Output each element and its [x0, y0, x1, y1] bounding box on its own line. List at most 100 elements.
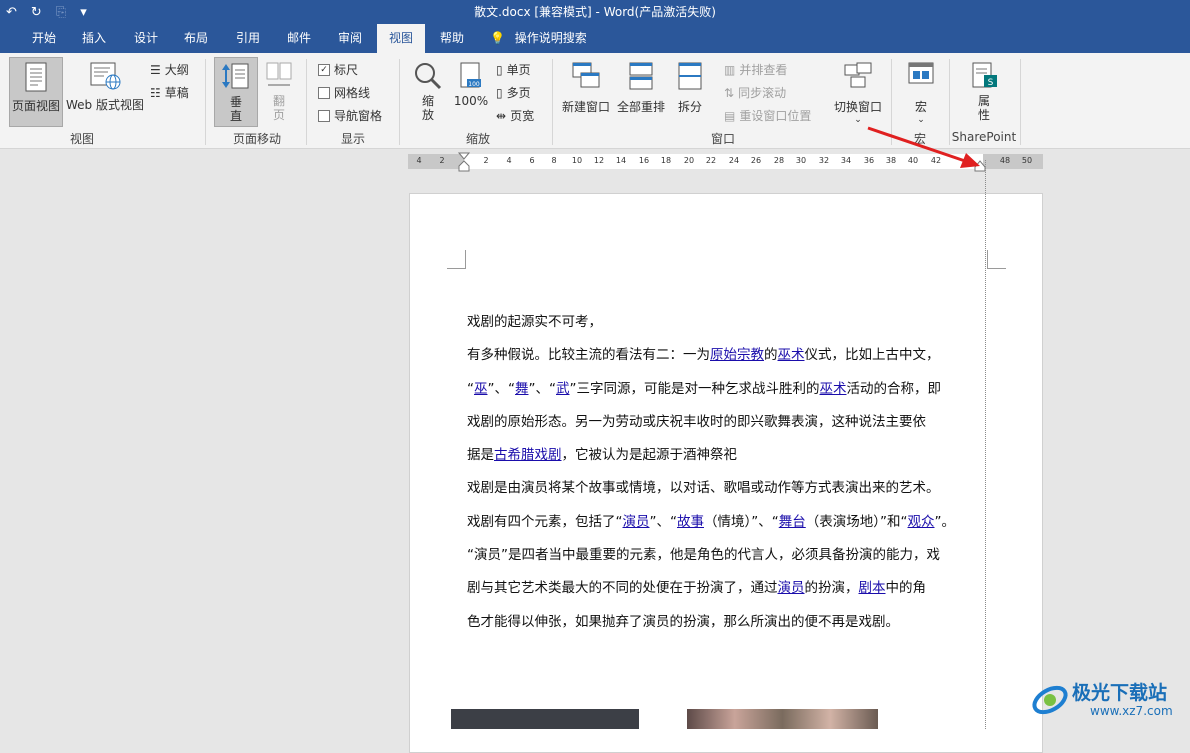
arrange-all-button[interactable]: 全部重排: [615, 59, 667, 125]
text-run: 色才能得以伸张，如果抛弃了演员的扮演，那么所演出的便不再是戏剧。: [467, 614, 899, 630]
macros-button[interactable]: 宏 ⌄: [899, 59, 943, 125]
draft-button[interactable]: ☷ 草稿: [150, 84, 189, 101]
ruler-right-margin: [983, 154, 1043, 169]
margin-corner-marker: [447, 250, 466, 269]
ruler-tick-label: 30: [795, 156, 807, 165]
document-page[interactable]: [409, 193, 1043, 753]
hyperlink[interactable]: 原始宗教: [710, 347, 764, 363]
page-width-button[interactable]: ⇹ 页宽: [496, 107, 534, 124]
text-run: 活动的合称，即: [846, 381, 942, 397]
arrange-all-icon: [629, 62, 653, 90]
tab-review[interactable]: 审阅: [326, 24, 374, 53]
ruler-tick-label: 16: [638, 156, 650, 165]
tab-design[interactable]: 设计: [122, 24, 170, 53]
ruler-tick-label: 28: [773, 156, 785, 165]
web-layout-button[interactable]: Web 版式视图: [63, 59, 147, 125]
hyperlink[interactable]: 剧本: [859, 580, 886, 596]
gridlines-check-icon: [318, 86, 330, 99]
tab-mailings[interactable]: 邮件: [275, 24, 323, 53]
sharepoint-properties-icon: S: [972, 62, 997, 88]
ruler-tick-label: 10: [571, 156, 583, 165]
one-page-button[interactable]: ▯ 单页: [496, 61, 531, 78]
document-line[interactable]: 色才能得以伸张，如果抛弃了演员的扮演，那么所演出的便不再是戏剧。: [467, 610, 987, 630]
document-image[interactable]: [451, 709, 639, 729]
document-image[interactable]: [687, 709, 878, 729]
tab-layout[interactable]: 布局: [172, 24, 220, 53]
svg-text:100: 100: [468, 81, 480, 88]
ruler-tick-label: 50: [1021, 156, 1033, 165]
text-run: （表演场地）”和“: [805, 514, 908, 530]
gridlines-checkbox[interactable]: 网格线: [318, 84, 370, 101]
hyperlink[interactable]: 巫: [474, 381, 488, 397]
tab-help[interactable]: 帮助: [428, 24, 476, 53]
tab-home[interactable]: 开始: [20, 24, 68, 53]
document-line[interactable]: “演员”是四者当中最重要的元素，他是角色的代言人，必须具备扮演的能力，戏: [467, 543, 987, 563]
document-line[interactable]: 戏剧的原始形态。另一为劳动或庆祝丰收时的即兴歌舞表演，这种说法主要依: [467, 410, 987, 430]
outline-button[interactable]: ☰ 大纲: [150, 61, 189, 78]
properties-button[interactable]: S 属性: [962, 59, 1006, 125]
text-run: 戏剧的原始形态。另一为劳动或庆祝丰收时的即兴歌舞表演，这种说法主要依: [467, 414, 926, 430]
group-label-zoom: 缩放: [465, 132, 490, 146]
group-label-show: 显示: [340, 132, 365, 146]
split-button[interactable]: 拆分: [670, 59, 710, 125]
hyperlink[interactable]: 武: [556, 381, 570, 397]
text-run: ”、“: [528, 381, 557, 397]
ruler-tick-label: 48: [999, 156, 1011, 165]
text-run: “: [467, 381, 474, 397]
ruler-tick-label: 4: [506, 156, 512, 165]
view-side-by-side-button[interactable]: ▥ 并排查看: [724, 61, 787, 78]
document-line[interactable]: 戏剧的起源实不可考，: [467, 310, 987, 330]
tab-view[interactable]: 视图: [377, 24, 425, 53]
divider: [552, 59, 553, 145]
hyperlink[interactable]: 巫术: [820, 381, 847, 397]
watermark-icon: [1032, 685, 1068, 715]
document-line[interactable]: 戏剧是由演员将某个故事或情境，以对话、歌唱或动作等方式表演出来的艺术。: [467, 476, 987, 496]
zoom-button[interactable]: 缩放: [408, 59, 448, 125]
reset-window-position-button[interactable]: ▤ 重设窗口位置: [724, 107, 811, 124]
page-width-icon: ⇹: [496, 108, 507, 123]
hyperlink[interactable]: 舞: [515, 381, 529, 397]
text-run: ”三字同源，可能是对一种乞求战斗胜利的: [569, 381, 820, 397]
vertical-scroll-icon: [222, 63, 249, 89]
reset-position-icon: ▤: [724, 108, 736, 123]
zoom-100-button[interactable]: 100 100%: [452, 59, 490, 125]
tab-references[interactable]: 引用: [224, 24, 272, 53]
hyperlink[interactable]: 观众: [908, 514, 935, 530]
ruler-tick-label: 24: [728, 156, 740, 165]
new-window-button[interactable]: 新建窗口: [560, 59, 612, 125]
switch-windows-button[interactable]: 切换窗口 ⌄: [830, 59, 886, 125]
left-indent-marker[interactable]: [458, 152, 470, 172]
vertical-button[interactable]: 垂直: [214, 57, 258, 127]
sync-scroll-button[interactable]: ⇅ 同步滚动: [724, 84, 786, 101]
multiple-pages-icon: ▯: [496, 85, 503, 100]
ruler-tick-label: 6: [529, 156, 535, 165]
tab-insert[interactable]: 插入: [70, 24, 118, 53]
document-line[interactable]: 有多种假说。比较主流的看法有二：一为原始宗教的巫术仪式，比如上古中文，: [467, 343, 987, 363]
hyperlink[interactable]: 古希腊戏剧: [494, 447, 562, 463]
document-line[interactable]: “巫”、“舞”、“武”三字同源，可能是对一种乞求战斗胜利的巫术活动的合称，即: [467, 377, 987, 397]
text-run: 仪式，比如上古中文，: [804, 347, 940, 363]
text-run: 戏剧是由演员将某个故事或情境，以对话、歌唱或动作等方式表演出来的艺术。: [467, 480, 940, 496]
split-icon: [678, 62, 702, 90]
hyperlink[interactable]: 巫术: [778, 347, 805, 363]
side-to-side-button[interactable]: 翻页: [259, 59, 299, 125]
ribbon-tabs: 开始 插入 设计 布局 引用 邮件 审阅 视图 帮助 💡 操作说明搜索: [0, 24, 1190, 53]
multiple-pages-button[interactable]: ▯ 多页: [496, 84, 531, 101]
hyperlink[interactable]: 演员: [623, 514, 650, 530]
document-line[interactable]: 戏剧有四个元素，包括了“演员”、“故事（情境）”、“舞台（表演场地）”和“观众”…: [467, 510, 987, 530]
ruler-tick-label: 8: [551, 156, 557, 165]
document-line[interactable]: 剧与其它艺术类最大的不同的处便在于扮演了，通过演员的扮演，剧本中的角: [467, 576, 987, 596]
tell-me-search[interactable]: 💡 操作说明搜索: [490, 24, 600, 53]
new-window-icon: [572, 62, 600, 88]
hyperlink[interactable]: 故事: [677, 514, 704, 530]
ruler-checkbox[interactable]: ✓ 标尺: [318, 61, 358, 78]
text-run: ”。: [934, 514, 956, 530]
group-label-page-move: 页面移动: [232, 132, 281, 146]
hyperlink[interactable]: 演员: [778, 580, 805, 596]
nav-pane-checkbox[interactable]: 导航窗格: [318, 107, 382, 124]
hyperlink[interactable]: 舞台: [779, 514, 806, 530]
text-run: ”、“: [487, 381, 516, 397]
print-layout-button[interactable]: 页面视图: [9, 57, 63, 127]
print-layout-icon: [25, 62, 47, 92]
document-line[interactable]: 据是古希腊戏剧，它被认为是起源于酒神祭祀: [467, 443, 987, 463]
